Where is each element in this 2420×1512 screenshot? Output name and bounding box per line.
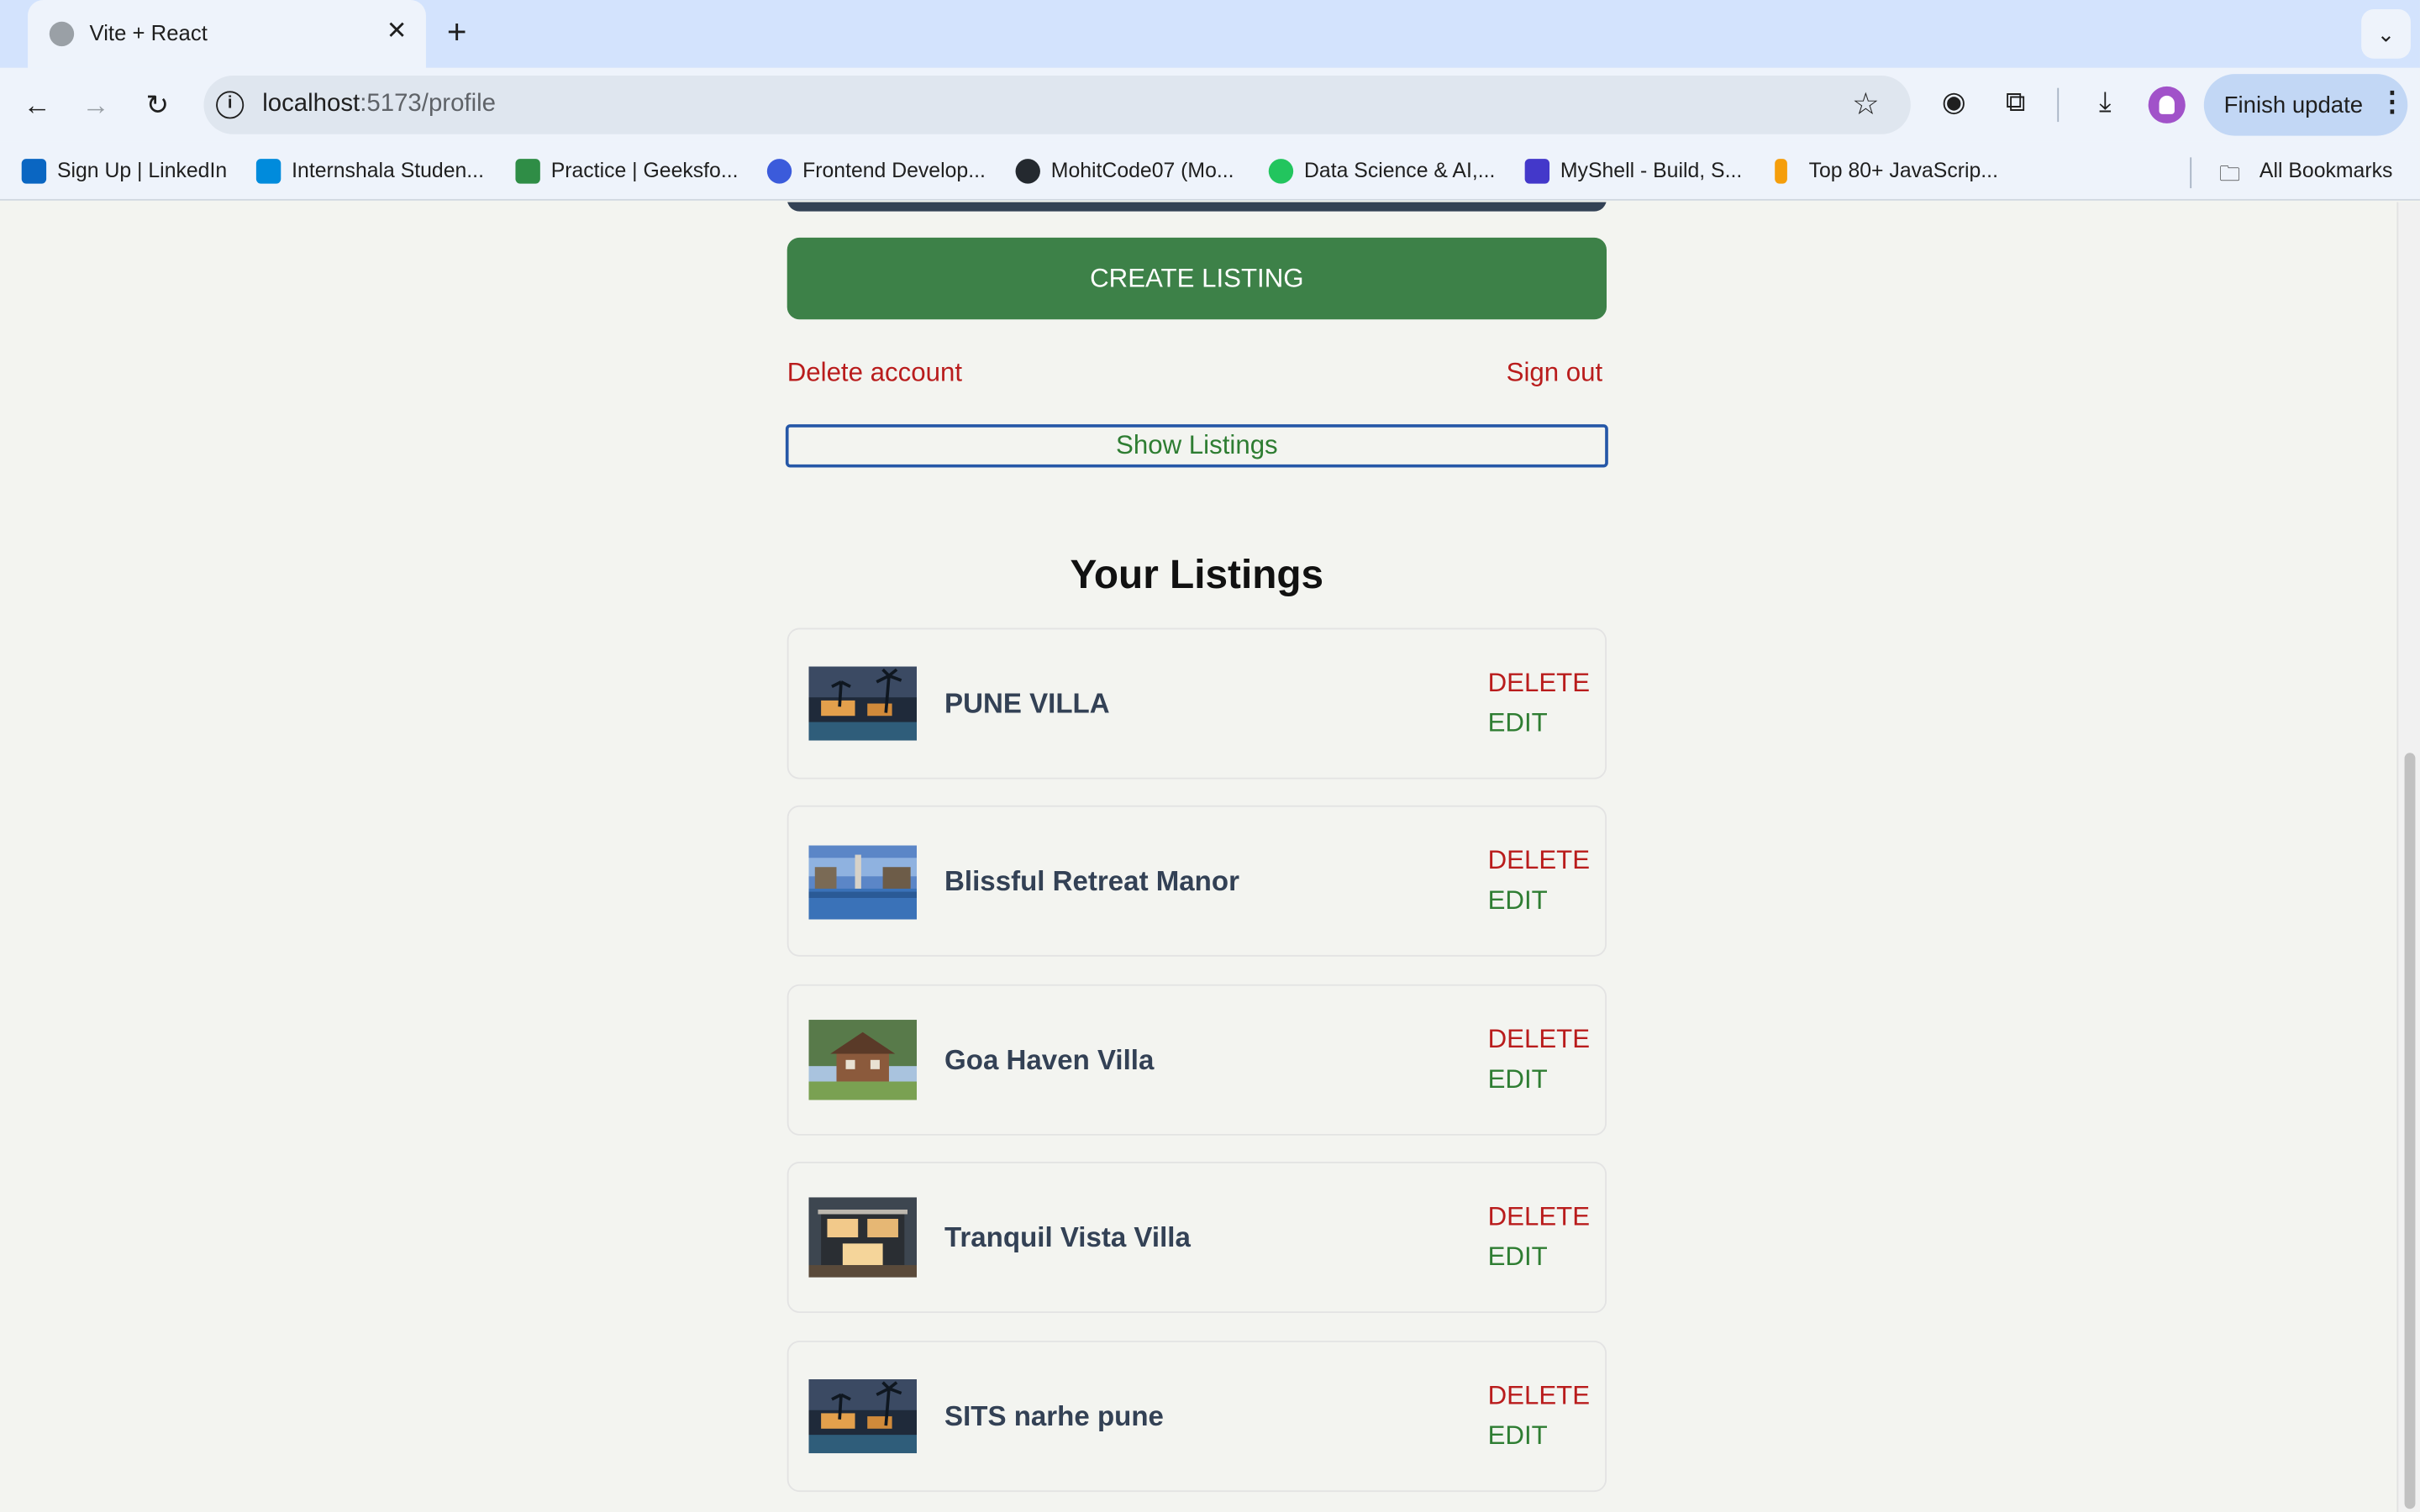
listing-image[interactable] <box>808 1020 917 1100</box>
bookmark-item[interactable]: Practice | Geeksfo... <box>551 159 739 182</box>
close-tab-icon[interactable]: ✕ <box>383 15 411 46</box>
frontend-icon <box>766 159 792 184</box>
all-bookmarks[interactable]: All Bookmarks <box>2260 159 2392 182</box>
bookmarks-bar: Sign Up | LinkedIn Internshala Studen...… <box>0 141 2420 201</box>
listing-edit-button[interactable]: EDIT <box>1488 1064 1548 1095</box>
bookmark-item[interactable]: Sign Up | LinkedIn <box>57 159 227 182</box>
listing-name[interactable]: Tranquil Vista Villa <box>944 1222 1191 1255</box>
url-path: :5173/profile <box>360 91 496 118</box>
url-host: localhost <box>262 91 360 118</box>
listing-delete-button[interactable]: DELETE <box>1488 1381 1590 1412</box>
listing-name[interactable]: SITS narhe pune <box>944 1401 1164 1434</box>
browser-toolbar: ← → ↻ i localhost:5173/profile ☆ ◉ ⧉ ⤓ F… <box>0 67 2420 142</box>
datascience-icon <box>1268 159 1294 184</box>
profile-page: CREATE LISTING Delete account Sign out S… <box>0 202 2397 1512</box>
bookmarks-separator <box>2190 157 2192 189</box>
finish-update-label: Finish update <box>2223 92 2364 119</box>
myshell-icon <box>1524 159 1550 184</box>
extensions-icon[interactable]: ⧉ <box>1997 87 2034 119</box>
listing-edit-button[interactable]: EDIT <box>1488 885 1548 916</box>
sign-out-link[interactable]: Sign out <box>1507 358 1603 389</box>
listing-edit-button[interactable]: EDIT <box>1488 1421 1548 1452</box>
listing-delete-button[interactable]: DELETE <box>1488 1202 1590 1233</box>
bookmark-item[interactable]: Internshala Studen... <box>292 159 484 182</box>
toolbar-separator <box>2057 87 2060 123</box>
geeksforgeeks-icon <box>515 159 540 184</box>
create-listing-button[interactable]: CREATE LISTING <box>786 237 1607 320</box>
javascript-icon <box>1775 159 1787 184</box>
more-menu-icon[interactable]: ⋮ <box>2378 87 2406 119</box>
url-text[interactable]: localhost:5173/profile <box>262 91 496 118</box>
profile-avatar-icon[interactable] <box>2148 86 2186 123</box>
update-button[interactable] <box>786 202 1607 212</box>
tab-title: Vite + React <box>89 19 208 45</box>
folder-icon: 🗀 <box>2219 161 2240 186</box>
listing-card: SITS narhe pune DELETE EDIT <box>786 1341 1607 1493</box>
internshala-icon <box>255 159 281 184</box>
download-icon[interactable]: ⤓ <box>2086 87 2123 119</box>
new-tab-button[interactable]: + <box>439 13 476 53</box>
forward-icon[interactable]: → <box>74 83 117 126</box>
delete-account-link[interactable]: Delete account <box>787 358 962 389</box>
bookmark-item[interactable]: MohitCode07 (Mo... <box>1051 159 1234 182</box>
listing-name[interactable]: PUNE VILLA <box>944 688 1110 721</box>
finish-update-button[interactable]: Finish update ⋮ <box>2203 74 2408 136</box>
linkedin-icon <box>21 159 47 184</box>
listing-card: PUNE VILLA DELETE EDIT <box>786 627 1607 780</box>
tab-strip: Vite + React ✕ + ⌄ <box>0 0 2420 68</box>
listing-delete-button[interactable]: DELETE <box>1488 668 1590 699</box>
bookmark-star-icon[interactable]: ☆ <box>1852 85 1880 123</box>
listing-delete-button[interactable]: DELETE <box>1488 846 1590 877</box>
address-bar[interactable]: i localhost:5173/profile ☆ <box>203 75 1911 134</box>
listings-heading: Your Listings <box>1070 550 1324 597</box>
listing-image[interactable] <box>808 845 917 920</box>
bookmark-item[interactable]: Data Science & AI,... <box>1304 159 1495 182</box>
page-scrollbar[interactable] <box>2396 202 2420 1512</box>
back-icon[interactable]: ← <box>15 83 58 126</box>
bookmark-item[interactable]: Top 80+ JavaScrip... <box>1809 159 1998 182</box>
bookmark-item[interactable]: MyShell - Build, S... <box>1560 159 1742 182</box>
listing-name[interactable]: Goa Haven Villa <box>944 1044 1154 1077</box>
listing-card: Goa Haven Villa DELETE EDIT <box>786 984 1607 1136</box>
listing-card: Blissful Retreat Manor DELETE EDIT <box>786 805 1607 957</box>
listing-card: Tranquil Vista Villa DELETE EDIT <box>786 1162 1607 1314</box>
reload-icon[interactable]: ↻ <box>136 83 179 126</box>
listing-edit-button[interactable]: EDIT <box>1488 1242 1548 1273</box>
bookmark-item[interactable]: Frontend Develop... <box>802 159 986 182</box>
listing-image[interactable] <box>808 1379 917 1454</box>
listing-edit-button[interactable]: EDIT <box>1488 708 1548 739</box>
listing-delete-button[interactable]: DELETE <box>1488 1025 1590 1056</box>
camera-icon[interactable]: ◉ <box>1935 87 1972 119</box>
globe-icon <box>49 21 75 47</box>
github-icon <box>1015 159 1040 184</box>
show-listings-button[interactable]: Show Listings <box>785 424 1608 468</box>
site-info-icon[interactable]: i <box>216 91 245 119</box>
tab-search-button[interactable]: ⌄ <box>2361 9 2411 59</box>
listing-name[interactable]: Blissful Retreat Manor <box>944 865 1239 898</box>
listing-image[interactable] <box>808 666 917 741</box>
listing-image[interactable] <box>808 1197 917 1278</box>
browser-tab[interactable]: Vite + React ✕ <box>28 0 426 68</box>
scrollbar-thumb[interactable] <box>2404 753 2416 1509</box>
